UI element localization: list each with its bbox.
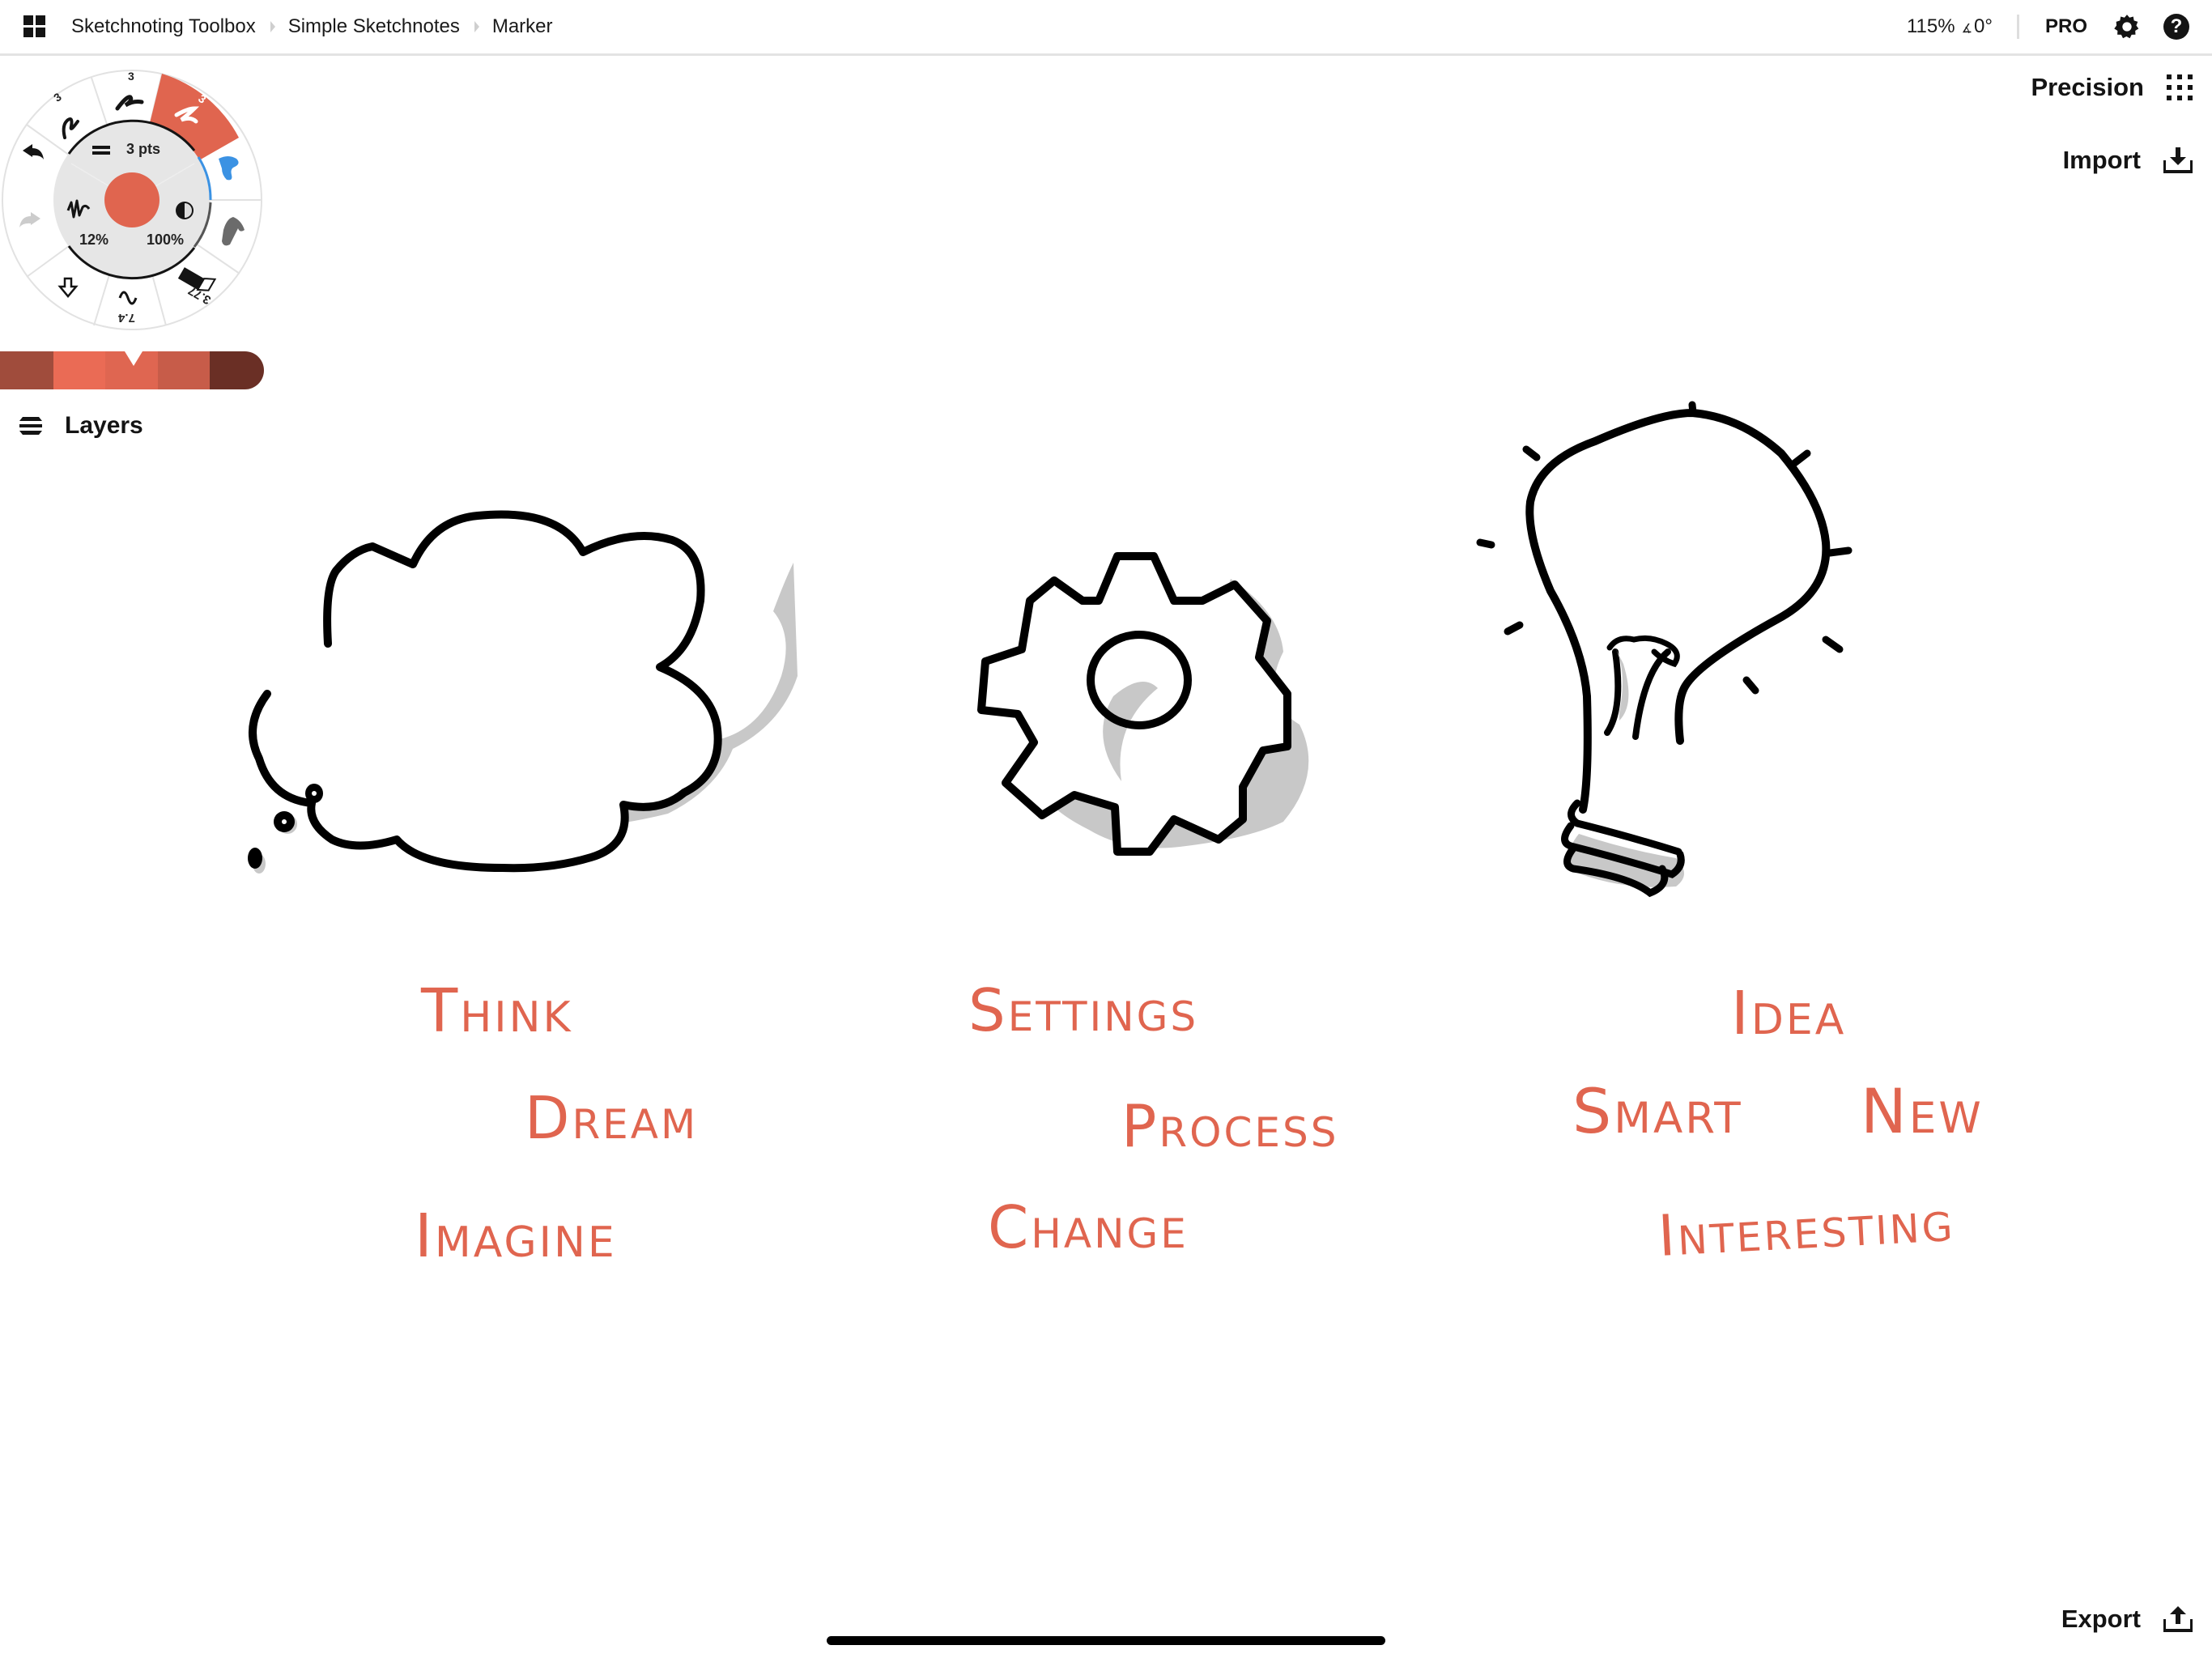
- word-think[interactable]: Think: [421, 981, 573, 1041]
- layers-icon: [19, 417, 42, 435]
- top-bar: Sketchnoting Toolbox Simple Sketchnotes …: [0, 0, 2212, 56]
- import-button[interactable]: Import: [2063, 146, 2193, 175]
- current-color-dot: [104, 172, 160, 227]
- export-button[interactable]: Export: [2061, 1605, 2193, 1634]
- home-indicator[interactable]: [827, 1636, 1385, 1645]
- word-idea[interactable]: Idea: [1731, 984, 1846, 1044]
- breadcrumb: Sketchnoting Toolbox Simple Sketchnotes …: [71, 14, 553, 40]
- zoom-level[interactable]: 115%: [1907, 15, 1955, 38]
- import-label: Import: [2062, 146, 2141, 174]
- word-imagine[interactable]: Imagine: [415, 1206, 617, 1266]
- layers-button[interactable]: Layers: [18, 411, 143, 440]
- breadcrumb-item-tool[interactable]: Marker: [492, 15, 553, 38]
- precision-button[interactable]: Precision: [2031, 73, 2193, 102]
- grid-icon[interactable]: [23, 15, 46, 38]
- light-bulb-drawing[interactable]: [1457, 389, 1911, 939]
- breadcrumb-item-gallery[interactable]: Sketchnoting Toolbox: [71, 15, 256, 38]
- rotation-value: 0°: [1974, 15, 1993, 37]
- chevron-right-icon: [270, 21, 275, 32]
- color-swatch[interactable]: [158, 351, 210, 389]
- chevron-right-icon: [474, 21, 479, 32]
- redo-button[interactable]: [15, 210, 47, 240]
- word-smart[interactable]: Smart: [1572, 1081, 1743, 1142]
- export-label: Export: [2061, 1605, 2141, 1633]
- gear-drawing[interactable]: [972, 534, 1328, 874]
- word-new[interactable]: New: [1861, 1081, 1984, 1142]
- smooth-value-label[interactable]: 7.4: [118, 311, 135, 325]
- question-icon[interactable]: ?: [2163, 14, 2189, 40]
- color-swatch[interactable]: [53, 351, 105, 389]
- smoothing-label[interactable]: 12%: [79, 232, 108, 249]
- download-icon: [2163, 147, 2193, 173]
- opacity-label[interactable]: 100%: [147, 232, 184, 249]
- tool-wheel: 3 pts 12% 100% 3 3 3 3.77 7.4: [0, 58, 275, 342]
- grid-dots-icon: [2167, 74, 2193, 100]
- thought-cloud-drawing[interactable]: [235, 502, 818, 874]
- word-dream[interactable]: Dream: [525, 1089, 698, 1147]
- divider: [2016, 15, 2019, 39]
- color-swatch[interactable]: [210, 351, 264, 389]
- word-settings[interactable]: Settings: [968, 981, 1198, 1039]
- undo-button[interactable]: [16, 139, 49, 168]
- word-process[interactable]: Process: [1121, 1097, 1339, 1155]
- precision-label: Precision: [2031, 73, 2144, 101]
- pro-button[interactable]: PRO: [2045, 15, 2087, 38]
- word-change[interactable]: Change: [988, 1198, 1189, 1256]
- color-swatch[interactable]: [0, 351, 53, 389]
- pen-size-label[interactable]: 3: [128, 70, 134, 83]
- selected-color-caret: [125, 351, 143, 366]
- word-interesting[interactable]: Interesting: [1657, 1188, 1956, 1269]
- gear-icon[interactable]: [2113, 13, 2141, 40]
- breadcrumb-item-drawing[interactable]: Simple Sketchnotes: [288, 15, 460, 38]
- brush-size-label[interactable]: 3 pts: [126, 141, 160, 158]
- rotation-readout[interactable]: ∡0°: [1962, 15, 1993, 38]
- upload-icon: [2163, 1606, 2193, 1632]
- angle-icon: ∡: [1961, 22, 1973, 36]
- layers-label: Layers: [65, 412, 143, 439]
